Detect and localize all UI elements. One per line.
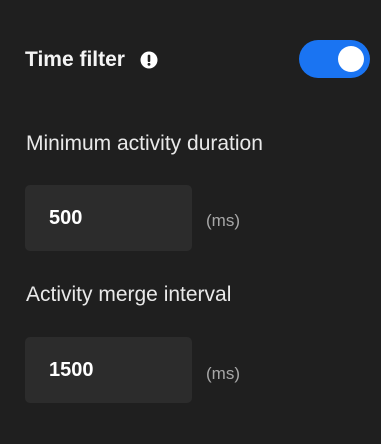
minimum-activity-duration-unit: (ms) bbox=[206, 211, 240, 230]
time-filter-panel: Time filter Minimum activity duration (m… bbox=[0, 0, 381, 444]
activity-merge-interval-input[interactable] bbox=[25, 337, 192, 403]
minimum-activity-duration-label: Minimum activity duration bbox=[26, 132, 263, 155]
activity-merge-interval-label: Activity merge interval bbox=[26, 283, 232, 306]
time-filter-toggle[interactable] bbox=[299, 40, 370, 78]
activity-merge-interval-unit: (ms) bbox=[206, 364, 240, 383]
toggle-knob bbox=[338, 46, 364, 72]
time-filter-header: Time filter bbox=[25, 36, 158, 84]
info-icon[interactable] bbox=[140, 51, 158, 69]
time-filter-title: Time filter bbox=[25, 48, 125, 71]
minimum-activity-duration-input[interactable] bbox=[25, 185, 192, 251]
